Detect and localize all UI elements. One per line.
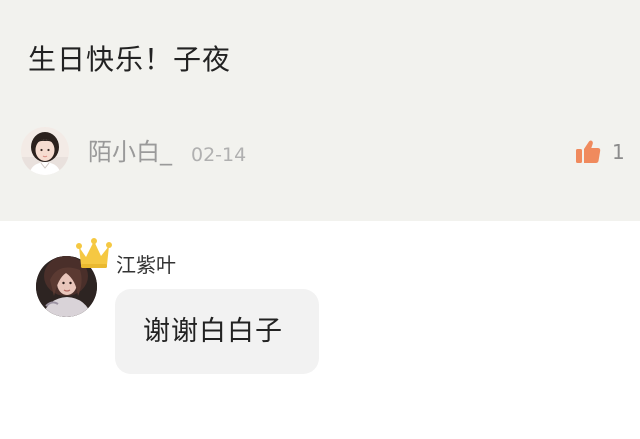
reply-author-name[interactable]: 江紫叶 (116, 251, 176, 279)
reply-avatar[interactable] (34, 237, 116, 323)
comment-date: 02-14 (191, 144, 247, 166)
comment-thread: 生日快乐！子夜 陌小白_ 02-14 1 江紫叶 谢谢白白子 (0, 0, 640, 439)
like-button[interactable]: 1 (574, 134, 625, 170)
reply-text: 谢谢白白子 (143, 315, 283, 347)
comment-card[interactable]: 生日快乐！子夜 陌小白_ 02-14 1 (0, 0, 640, 221)
reply-bubble[interactable]: 谢谢白白子 (115, 289, 319, 374)
thumbs-up-icon (576, 140, 601, 163)
girl-portrait-avatar-icon (21, 127, 69, 175)
crown-icon (76, 238, 112, 268)
author-avatar[interactable] (21, 127, 69, 175)
comment-text: 生日快乐！子夜 (28, 43, 232, 76)
author-name[interactable]: 陌小白_ (88, 135, 172, 169)
like-count: 1 (612, 140, 625, 164)
